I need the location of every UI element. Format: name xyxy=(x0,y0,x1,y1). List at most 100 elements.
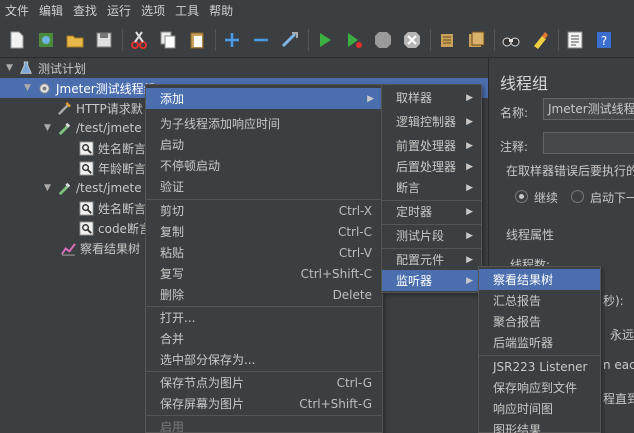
tree-node-label: /test/jmete xyxy=(76,121,142,135)
templates-icon[interactable] xyxy=(35,29,57,51)
tree-node-sampler-1[interactable]: ▼ /test/jmete xyxy=(44,118,142,138)
cut-icon[interactable] xyxy=(128,29,150,51)
listener-view-results-tree[interactable]: 察看结果树 xyxy=(479,269,600,290)
collapse-icon[interactable] xyxy=(250,29,272,51)
search-icon[interactable] xyxy=(500,29,522,51)
submenu-timer[interactable]: 定时器 ▶ xyxy=(382,201,481,222)
stop-icon[interactable] xyxy=(372,29,394,51)
comment-field[interactable] xyxy=(543,132,634,154)
comment-label: 注释: xyxy=(500,140,529,154)
menu-start[interactable]: 启动 xyxy=(146,134,382,155)
listener-response-time-graph[interactable]: 响应时间图 xyxy=(479,398,600,419)
listener-submenu: 察看结果树 汇总报告 聚合报告 后端监听器 JSR223 Listener 保存… xyxy=(478,266,601,433)
menu-delete[interactable]: 删除 Delete xyxy=(146,284,382,305)
new-icon[interactable] xyxy=(6,29,28,51)
menu-search[interactable]: 查找 xyxy=(68,0,102,22)
menu-save-node-image[interactable]: 保存节点为图片 Ctrl-G xyxy=(146,372,382,393)
menu-merge[interactable]: 合并 xyxy=(146,328,382,349)
menu-add[interactable]: 添加 ▶ xyxy=(146,88,382,109)
start-icon[interactable] xyxy=(314,29,336,51)
tree-node-assertion-3[interactable]: 姓名断言 xyxy=(66,198,146,218)
menu-enable[interactable]: 启用 xyxy=(146,416,382,433)
menu-edit[interactable]: 编辑 xyxy=(34,0,68,22)
tree-node-http-defaults[interactable]: HTTP请求默 xyxy=(44,98,143,118)
tree-node-label: 年龄断言 xyxy=(98,161,147,176)
function-helper-icon[interactable] xyxy=(564,29,586,51)
tree-node-assertion-2[interactable]: 年龄断言 xyxy=(66,158,146,178)
reset-search-icon[interactable] xyxy=(529,29,551,51)
submenu-arrow-icon: ▶ xyxy=(367,93,374,104)
listener-jsr223[interactable]: JSR223 Listener xyxy=(479,356,600,377)
menu-options[interactable]: 选项 xyxy=(136,0,170,22)
menu-save-selection[interactable]: 选中部分保存为... xyxy=(146,349,382,370)
listener-graph-results[interactable]: 图形结果 xyxy=(479,419,600,433)
submenu-arrow-icon: ▶ xyxy=(466,230,473,241)
tree-node-sampler-2[interactable]: ▼ /test/jmete xyxy=(44,178,142,198)
menu-item-label: 删除 xyxy=(160,288,185,302)
start-next-loop-radio[interactable] xyxy=(571,190,584,203)
shutdown-icon[interactable] xyxy=(401,29,423,51)
tree-node-label: 测试计划 xyxy=(38,61,87,76)
tree-node-listener[interactable]: 察看结果树 xyxy=(48,238,140,258)
forever-label: 永远 xyxy=(610,328,634,342)
rampup-label: 秒): xyxy=(603,294,624,308)
same-user-each-label: n each xyxy=(603,358,634,372)
menu-run[interactable]: 运行 xyxy=(102,0,136,22)
submenu-pre-processor[interactable]: 前置处理器 ▶ xyxy=(382,135,481,156)
menu-file[interactable]: 文件 xyxy=(0,0,34,22)
menu-item-label: 配置元件 xyxy=(396,253,445,267)
tree-node-label: /test/jmete xyxy=(76,181,142,195)
menu-item-label: 监听器 xyxy=(396,274,433,288)
save-icon[interactable] xyxy=(93,29,115,51)
start-no-pause-icon[interactable] xyxy=(343,29,365,51)
menu-validate[interactable]: 验证 xyxy=(146,176,382,197)
listener-aggregate-report[interactable]: 聚合报告 xyxy=(479,311,600,332)
clear-icon[interactable] xyxy=(436,29,458,51)
continue-radio[interactable] xyxy=(515,190,528,203)
menu-open[interactable]: 打开... xyxy=(146,307,382,328)
submenu-config-element[interactable]: 配置元件 ▶ xyxy=(382,249,481,270)
menu-add-response-time[interactable]: 为子线程添加响应时间 xyxy=(146,113,382,134)
toolbar-separator xyxy=(122,28,123,51)
submenu-assertion[interactable]: 断言 ▶ xyxy=(382,177,481,198)
name-field[interactable]: Jmeter测试线程组 xyxy=(543,98,634,120)
menu-item-label: 验证 xyxy=(160,180,185,194)
listener-backend-listener[interactable]: 后端监听器 xyxy=(479,332,600,353)
open-icon[interactable] xyxy=(64,29,86,51)
tree-node-label: 察看结果树 xyxy=(80,241,141,256)
clear-all-icon[interactable] xyxy=(465,29,487,51)
expanded-arrow-icon[interactable]: ▼ xyxy=(44,183,56,193)
copy-icon[interactable] xyxy=(157,29,179,51)
menu-tools[interactable]: 工具 xyxy=(170,0,204,22)
magnifier-icon xyxy=(78,140,94,156)
menu-copy[interactable]: 复制 Ctrl-C xyxy=(146,221,382,242)
tree-node-test-plan[interactable]: ▼ 测试计划 xyxy=(6,58,86,78)
toggle-icon[interactable] xyxy=(279,29,301,51)
menu-item-label: 选中部分保存为... xyxy=(160,353,256,367)
panel-title: 线程组 xyxy=(500,74,549,93)
submenu-arrow-icon: ▶ xyxy=(466,140,473,151)
menu-duplicate[interactable]: 复写 Ctrl+Shift-C xyxy=(146,263,382,284)
submenu-post-processor[interactable]: 后置处理器 ▶ xyxy=(382,156,481,177)
submenu-test-fragment[interactable]: 测试片段 ▶ xyxy=(382,225,481,246)
tree-node-assertion-1[interactable]: 姓名断言 xyxy=(66,138,146,158)
help-icon[interactable]: ? xyxy=(593,29,615,51)
expanded-arrow-icon[interactable]: ▼ xyxy=(44,123,56,133)
submenu-logic-controller[interactable]: 逻辑控制器 ▶ xyxy=(382,111,481,132)
tree-node-assertion-4[interactable]: code断言 xyxy=(66,218,151,238)
paste-icon[interactable] xyxy=(186,29,208,51)
menu-start-no-pause[interactable]: 不停顿启动 xyxy=(146,155,382,176)
listener-save-responses[interactable]: 保存响应到文件 xyxy=(479,377,600,398)
expanded-arrow-icon[interactable]: ▼ xyxy=(6,63,18,73)
expand-icon[interactable] xyxy=(221,29,243,51)
menu-cut[interactable]: 剪切 Ctrl-X xyxy=(146,200,382,221)
submenu-listener[interactable]: 监听器 ▶ xyxy=(382,270,481,291)
listener-summary-report[interactable]: 汇总报告 xyxy=(479,290,600,311)
menu-save-screen-image[interactable]: 保存屏幕为图片 Ctrl+Shift-G xyxy=(146,393,382,414)
toolbar: ? xyxy=(0,22,634,58)
menu-paste[interactable]: 粘贴 Ctrl-V xyxy=(146,242,382,263)
expanded-arrow-icon[interactable]: ▼ xyxy=(24,83,36,93)
submenu-sampler[interactable]: 取样器 ▶ xyxy=(382,87,481,108)
menu-help[interactable]: 帮助 xyxy=(204,0,238,22)
menu-item-label: 粘贴 xyxy=(160,246,185,260)
